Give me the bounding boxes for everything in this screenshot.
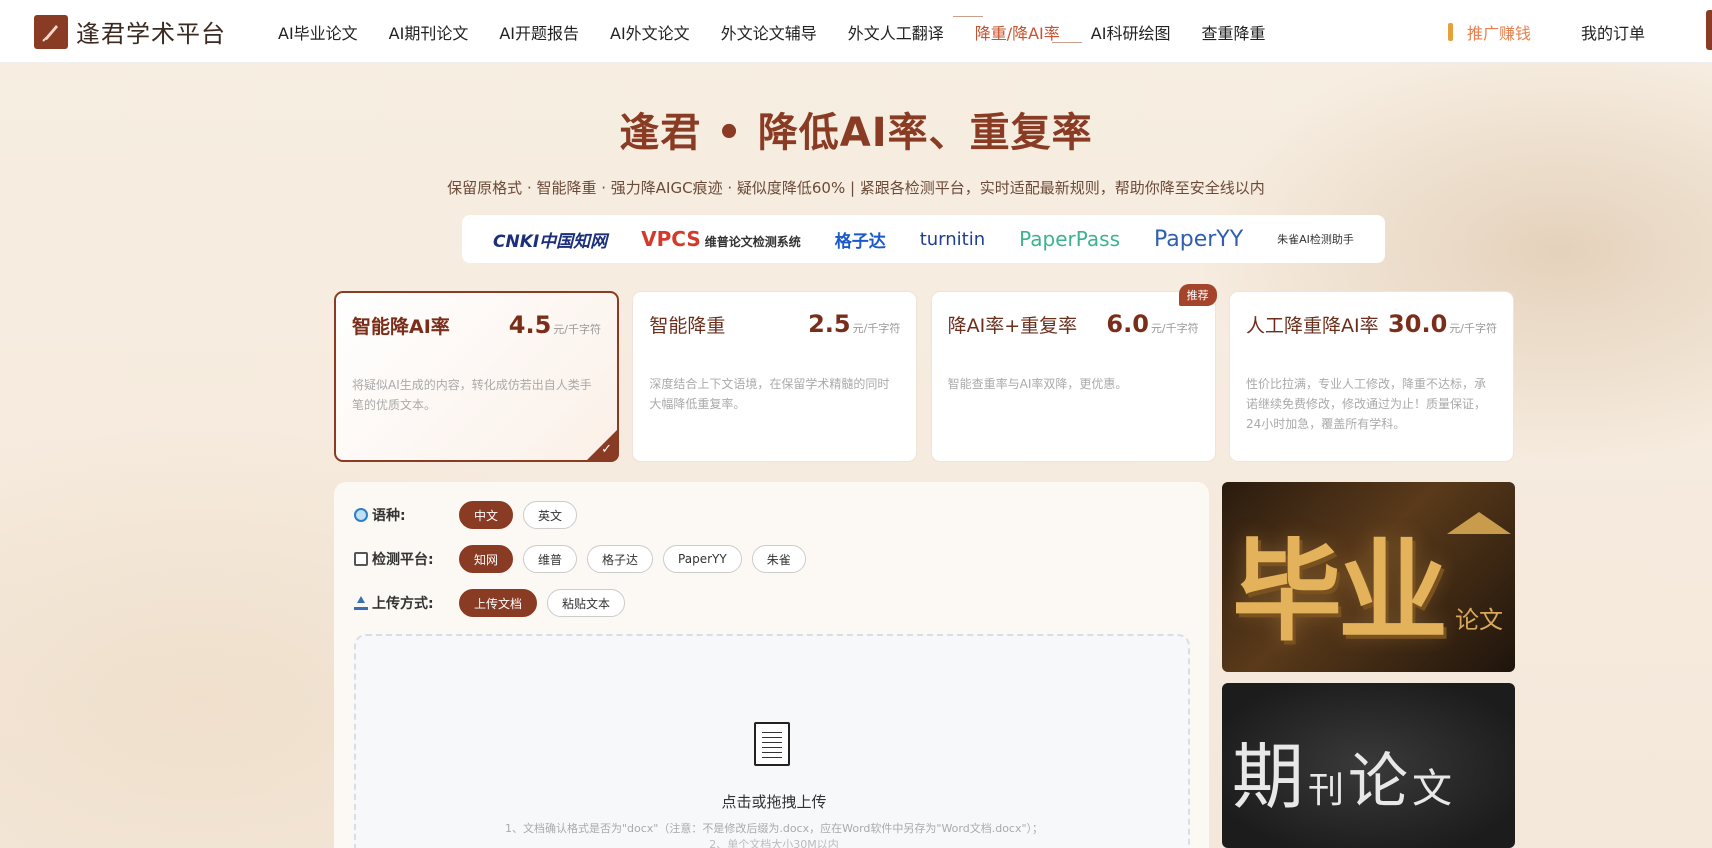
vpcs-logo: VPCS 维普论文检测系统 [641,227,801,251]
globe-icon [354,508,368,522]
dropzone-hint-2: 2、单个文档大小30M以内 [709,838,839,848]
card-reduce-ai-and-dup[interactable]: 推荐 降AI率+重复率 6.0 元/千字符 智能查重率与AI率双降，更优惠。 [930,284,1217,462]
banner-journal-text: 期刊论文 [1232,718,1452,823]
banner-graduation-small: 论文 [1455,606,1503,634]
card-title: 人工降重降AI率 [1245,315,1379,337]
card-price-unit: 元/千字符 [1150,322,1199,335]
document-icon [754,722,790,766]
nav-menu: AI毕业论文 AI期刊论文 AI开题报告 AI外文论文 外文论文辅导 外文人工翻… [278,0,1296,63]
card-price-value: 4.5 [508,311,552,339]
nav-ai-thesis[interactable]: AI毕业论文 [278,20,358,44]
nav-ai-foreign-paper[interactable]: AI外文论文 [610,20,690,44]
card-smart-reduce-ai[interactable]: 智能降AI率 4.5 元/千字符 将疑似AI生成的内容，转化成仿若出自人类手笔的优… [334,291,619,462]
card-smart-reduce-dup[interactable]: 智能降重 2.5 元/千字符 深度结合上下文语境，在保留学术精髓的同时大幅降低重复… [632,291,918,462]
service-cards: 智能降AI率 4.5 元/千字符 将疑似AI生成的内容，转化成仿若出自人类手笔的优… [334,284,1514,462]
recommend-badge: 推荐 [1178,284,1217,306]
upload-method-row: 上传方式: 上传文档 粘贴文本 [354,589,635,617]
banner-graduation-big: 毕业 [1232,527,1448,656]
banner-journal-char-1: 期 [1232,735,1305,819]
card-desc: 智能查重率与AI率双降，更优惠。 [947,377,1128,391]
card-title: 降AI率+重复率 [947,315,1078,337]
card-desc: 深度结合上下文语境，在保留学术精髓的同时大幅降低重复率。 [649,377,890,411]
cnki-logo: CNKI中国知网 [492,231,608,252]
my-orders-link[interactable]: 我的订单 [1581,20,1645,44]
upload-option-document[interactable]: 上传文档 [459,589,538,617]
nav-plagiarism-check[interactable]: 查重降重 [1201,20,1265,44]
page-subtitle: 保留原格式 · 智能降重 · 强力降AIGC痕迹 · 疑似度降低60% | 紧跟… [447,179,1265,197]
platform-option-zhuque[interactable]: 朱雀 [751,545,806,573]
turnitin-logo: turnitin [919,228,986,250]
nav-human-translation[interactable]: 外文人工翻译 [848,20,944,44]
clipboard-icon [354,552,368,566]
card-title: 智能降重 [649,315,726,337]
page-title: 逢君 • 降低AI率、重复率 [619,110,1093,156]
top-nav: 逢君学术平台 AI毕业论文 AI期刊论文 AI开题报告 AI外文论文 外文论文辅… [0,0,1712,63]
promo-label: 推广赚钱 [1467,23,1532,43]
pencil-icon [1448,22,1453,41]
platform-label-text: 检测平台: [372,552,434,568]
platform-row: 检测平台: 知网 维普 格子达 PaperYY 朱雀 [354,545,816,573]
platform-option-gezida[interactable]: 格子达 [587,545,654,573]
language-row: 语种: 中文 英文 [354,501,587,529]
gezida-logo: 格子达 [834,231,886,252]
upload-option-paste[interactable]: 粘贴文本 [547,589,626,617]
brand-logo[interactable]: 逢君学术平台 [34,14,226,49]
banner-journal-char-2: 刊 [1308,770,1345,811]
zhuque-logo: 朱雀AI检测助手 [1277,233,1354,246]
nav-ai-proposal[interactable]: AI开题报告 [499,20,579,44]
dropzone-hint-1: 1、文档确认格式是否为"docx"（注意：不是修改后缀为.docx，应在Word… [504,822,1044,835]
journal-paper-banner[interactable]: 期刊论文 [1222,683,1515,848]
quill-logo-icon [34,14,68,49]
checkmark-icon: ✓ [601,442,612,457]
banner-journal-char-3: 论 [1348,747,1409,817]
banner-journal-char-4: 文 [1412,766,1453,812]
graduation-thesis-banner[interactable]: 毕业 论文 [1222,482,1515,672]
dropzone-title: 点击或拖拽上传 [721,793,827,811]
card-desc: 性价比拉满，专业人工修改，降重不达标，承诺继续免费修改，修改通过为止！质量保证，… [1245,377,1486,431]
platform-label: 检测平台: [354,549,459,569]
nav-ai-journal[interactable]: AI期刊论文 [389,20,469,44]
upload-icon [354,596,368,610]
card-desc: 将疑似AI生成的内容，转化成仿若出自人类手笔的优质文本。 [352,378,592,412]
platform-option-vip[interactable]: 维普 [523,545,578,573]
brand-name: 逢君学术平台 [76,20,226,48]
language-label-text: 语种: [372,508,406,524]
platform-option-cnki[interactable]: 知网 [459,545,514,573]
upload-label-text: 上传方式: [372,596,434,612]
paperpass-logo: PaperPass [1019,227,1121,251]
lang-option-en[interactable]: 英文 [523,501,578,529]
paperyy-logo: PaperYY [1153,226,1244,252]
card-human-reduce[interactable]: 人工降重降AI率 30.0 元/千字符 性价比拉满，专业人工修改，降重不达标，承诺… [1228,291,1514,462]
file-dropzone[interactable]: 点击或拖拽上传 1、文档确认格式是否为"docx"（注意：不是修改后缀为.doc… [354,634,1190,848]
card-price: 30.0 元/千字符 [1388,310,1497,338]
nav-right: 推广赚钱 我的订单 [1448,0,1645,63]
options-panel: 语种: 中文 英文 检测平台: 知网 维普 格子达 PaperYY 朱雀 上传方… [334,482,1209,848]
card-price-unit: 元/千字符 [553,323,601,336]
nav-foreign-tutoring[interactable]: 外文论文辅导 [721,20,817,44]
card-price: 6.0 元/千字符 [1106,310,1198,338]
card-price-value: 6.0 [1106,310,1149,338]
nav-reduce-ai[interactable]: 降重/降AI率 [952,15,1082,44]
card-price: 4.5 元/千字符 [509,311,601,339]
card-price: 2.5 元/千字符 [808,310,900,338]
language-label: 语种: [354,505,459,525]
graduation-cap-icon [1447,512,1511,534]
card-price-unit: 元/千字符 [1449,322,1497,335]
card-price-value: 30.0 [1388,310,1448,338]
platform-option-paperyy[interactable]: PaperYY [663,545,742,573]
nav-ai-drawing[interactable]: AI科研绘图 [1091,20,1171,44]
card-title: 智能降AI率 [352,316,450,338]
card-price-value: 2.5 [808,310,851,338]
side-drawer-tab[interactable] [1706,10,1712,50]
lang-option-zh[interactable]: 中文 [459,501,514,529]
platform-logo-strip: CNKI中国知网 VPCS 维普论文检测系统 格子达 turnitin Paper… [462,215,1385,263]
card-price-unit: 元/千字符 [852,322,901,335]
vpcs-logo-text: VPCS [641,227,701,251]
vpcs-logo-cn: 维普论文检测系统 [704,235,801,249]
upload-label: 上传方式: [354,593,459,613]
promo-link[interactable]: 推广赚钱 [1448,20,1531,44]
